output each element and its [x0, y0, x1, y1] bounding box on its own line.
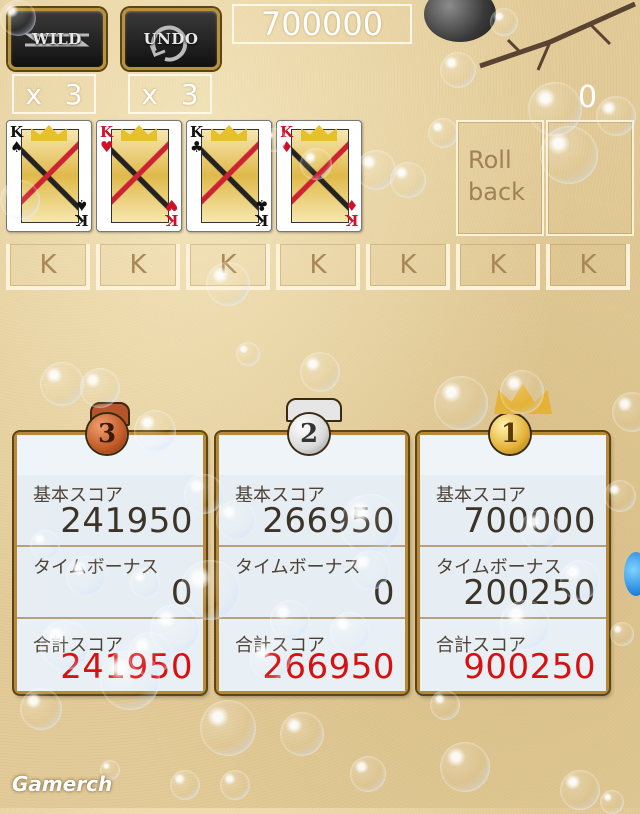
bubble-decoration — [236, 342, 260, 366]
bubble-decoration — [500, 370, 544, 414]
bubble-decoration — [520, 510, 560, 550]
card-index-bottom: K ♣ — [254, 196, 268, 229]
foundation-slot[interactable]: K — [366, 244, 450, 290]
playing-card[interactable]: K ♥ K ♥ — [96, 120, 182, 232]
wild-count-value: 3 — [64, 77, 83, 111]
playing-card[interactable]: K ♣ K ♣ — [186, 120, 272, 232]
bubble-decoration — [560, 770, 600, 810]
bubble-decoration — [134, 410, 176, 452]
bubble-decoration — [490, 8, 518, 36]
bubble-decoration — [280, 712, 324, 756]
bubble-decoration — [130, 568, 160, 598]
bubble-decoration — [612, 392, 640, 432]
rank-medal-icon: 3 — [87, 414, 127, 454]
total-score-value: 900250 — [463, 647, 596, 687]
bubble-decoration — [434, 376, 488, 430]
bubble-decoration — [206, 262, 250, 306]
bubble-decoration — [40, 362, 84, 406]
bubble-decoration — [0, 0, 36, 36]
card-index-top: K ♠ — [10, 123, 24, 156]
total-score-section: 合計スコア266950 — [219, 625, 405, 691]
bubble-decoration — [604, 480, 636, 512]
king-face-illustration — [201, 129, 259, 223]
foundation-slot[interactable]: K — [6, 244, 90, 290]
rollback-line1: Roll — [468, 146, 512, 174]
crown-icon — [31, 125, 67, 141]
bubble-decoration — [390, 162, 426, 198]
wild-label: WILD — [32, 30, 82, 48]
base-score-value: 241950 — [60, 501, 193, 541]
bubble-decoration — [428, 118, 458, 148]
foundation-slot[interactable]: K — [456, 244, 540, 290]
bubble-decoration — [184, 474, 224, 514]
blue-marble — [624, 552, 640, 596]
undo-count-x: x — [141, 77, 158, 111]
wild-count: x 3 — [12, 74, 96, 114]
foundation-slot[interactable]: K — [276, 244, 360, 290]
bubble-decoration — [216, 500, 256, 540]
foundation-slot[interactable]: K — [96, 244, 180, 290]
bubble-decoration — [0, 180, 40, 220]
crown-icon — [211, 125, 247, 141]
undo-count-value: 3 — [180, 77, 199, 111]
undo-count: x 3 — [128, 74, 212, 114]
bubble-decoration — [250, 640, 290, 680]
bubble-decoration — [430, 690, 460, 720]
rollback-line2: back — [468, 178, 526, 206]
undo-button[interactable]: UNDO — [122, 8, 220, 70]
undo-label: UNDO — [143, 30, 199, 48]
bubble-decoration — [350, 550, 390, 590]
bubble-decoration — [440, 742, 490, 792]
bubble-decoration — [80, 368, 120, 408]
crown-icon — [301, 125, 337, 141]
bubble-decoration — [350, 756, 386, 792]
bubble-decoration — [610, 622, 634, 646]
crown-icon — [121, 125, 157, 141]
bubble-decoration — [596, 96, 636, 136]
current-score: 700000 — [232, 4, 412, 44]
bubble-decoration — [440, 52, 476, 88]
rank-medal-icon: 2 — [289, 414, 329, 454]
bubble-decoration — [600, 790, 624, 814]
twig-decoration — [479, 1, 637, 71]
bubble-decoration — [40, 620, 90, 670]
bubble-decoration — [300, 352, 340, 392]
bubble-decoration — [20, 688, 62, 730]
bubble-decoration — [220, 770, 250, 800]
card-index-top: K ♥ — [100, 123, 114, 156]
bubble-decoration — [560, 560, 600, 600]
bubble-decoration — [340, 494, 400, 554]
gamerch-watermark: Gamerch — [12, 772, 113, 796]
rollback-label: Roll back — [468, 144, 525, 208]
card-index-top: K ♣ — [190, 123, 204, 156]
bubble-decoration — [300, 148, 332, 180]
bubble-decoration — [262, 128, 286, 152]
bubble-decoration — [100, 650, 160, 710]
bubble-decoration — [66, 556, 106, 596]
bubble-decoration — [540, 126, 598, 184]
bubble-decoration — [500, 600, 550, 650]
foundation-slot[interactable]: K — [546, 244, 630, 290]
base-score-section: 基本スコア700000 — [420, 475, 606, 547]
card-index-bottom: K ♥ — [164, 196, 178, 229]
bubble-decoration — [270, 600, 310, 640]
rank-medal-icon: 1 — [490, 414, 530, 454]
bubble-decoration — [170, 770, 200, 800]
bubble-decoration — [30, 530, 60, 560]
wild-count-x: x — [25, 77, 42, 111]
bubble-decoration — [330, 612, 370, 652]
time-bonus-label: タイムボーナス — [235, 557, 361, 578]
card-index-bottom: K ♦ — [344, 196, 358, 229]
card-index-bottom: K ♠ — [74, 196, 88, 229]
king-face-illustration — [111, 129, 169, 223]
bubble-decoration — [200, 700, 256, 756]
